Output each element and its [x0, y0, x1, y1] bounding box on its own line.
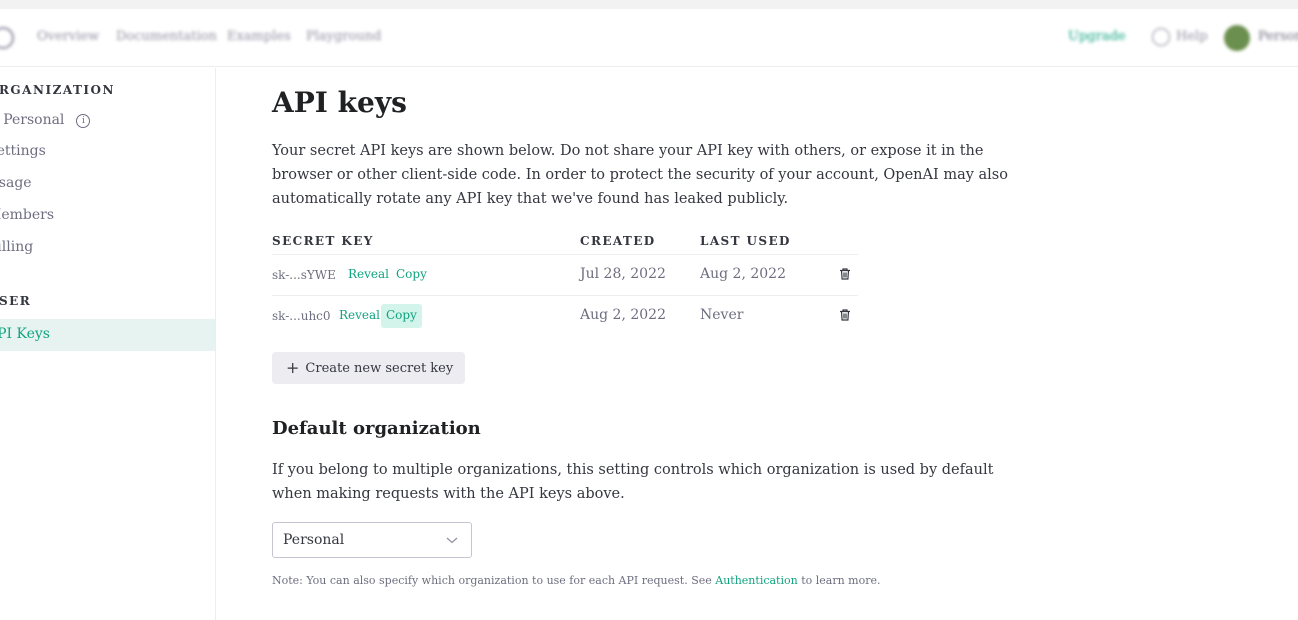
nav-link-overview[interactable]: Overview — [37, 29, 99, 44]
top-navigation: Overview Documentation Examples Playgrou… — [0, 9, 1298, 67]
copy-button[interactable]: Copy — [391, 263, 432, 287]
avatar[interactable] — [1224, 25, 1250, 51]
info-icon[interactable]: i — [76, 114, 91, 128]
plus-icon: + — [286, 358, 300, 377]
chevron-down-icon — [446, 537, 458, 544]
trash-icon[interactable] — [838, 308, 852, 322]
browser-top-strip — [0, 0, 1298, 9]
last-used-date: Aug 2, 2022 — [700, 266, 786, 282]
nav-link-documentation[interactable]: Documentation — [116, 29, 217, 44]
default-organization-select[interactable]: Personal — [272, 522, 472, 558]
sidebar-item-label: API Keys — [0, 326, 50, 342]
column-header-last-used: LAST USED — [700, 234, 791, 248]
create-button-label: Create new secret key — [305, 361, 454, 376]
trash-icon[interactable] — [838, 267, 852, 281]
create-new-secret-key-button[interactable]: + Create new secret key — [272, 352, 466, 384]
secret-key-value: sk-...sYWE — [272, 268, 336, 282]
note-prefix: Note: You can also specify which organiz… — [272, 574, 716, 587]
copy-button[interactable]: Copy — [381, 304, 422, 328]
secret-key-value: sk-...uhc0 — [272, 309, 331, 323]
intro-text: Your secret API keys are shown below. Do… — [272, 143, 1008, 207]
sidebar: ORGANIZATION ⊙ Personali Settings Usage … — [0, 68, 216, 620]
column-header-secret-key: SECRET KEY — [272, 234, 374, 248]
select-value: Personal — [283, 532, 345, 548]
nav-link-playground[interactable]: Playground — [306, 29, 381, 44]
help-icon[interactable] — [1152, 28, 1170, 46]
note-suffix: to learn more. — [797, 574, 881, 587]
sidebar-item-usage[interactable]: Usage — [0, 175, 32, 191]
sidebar-item-members[interactable]: Members — [0, 207, 54, 223]
sidebar-item-billing[interactable]: Billing — [0, 239, 33, 255]
account-name[interactable]: Personal — [1258, 29, 1298, 44]
sidebar-heading-user: USER — [0, 294, 32, 308]
created-date: Jul 28, 2022 — [580, 266, 666, 282]
column-header-created: CREATED — [580, 234, 656, 248]
upgrade-link[interactable]: Upgrade — [1068, 29, 1126, 44]
sidebar-item-settings[interactable]: Settings — [0, 143, 46, 159]
created-date: Aug 2, 2022 — [580, 307, 666, 323]
openai-logo-icon[interactable] — [0, 27, 14, 49]
reveal-button[interactable]: Reveal — [334, 304, 385, 328]
authentication-link[interactable]: Authentication — [715, 574, 797, 587]
page-title: API keys — [272, 86, 407, 119]
nav-link-examples[interactable]: Examples — [227, 29, 291, 44]
sidebar-org-name: Personal — [3, 112, 65, 128]
default-organization-heading: Default organization — [272, 418, 481, 439]
sidebar-heading-organization: ORGANIZATION — [0, 83, 115, 97]
sidebar-org-switcher[interactable]: ⊙ Personali — [0, 112, 91, 128]
sidebar-item-api-keys[interactable]: API Keys — [0, 319, 215, 351]
help-link[interactable]: Help — [1176, 29, 1208, 44]
table-row: sk-...sYWE Reveal Copy Jul 28, 2022 Aug … — [272, 254, 858, 295]
default-organization-description: If you belong to multiple organizations,… — [272, 462, 994, 502]
table-row: sk-...uhc0 Reveal Copy Aug 2, 2022 Never — [272, 295, 858, 336]
last-used-date: Never — [700, 307, 744, 323]
organization-note: Note: You can also specify which organiz… — [272, 574, 880, 587]
reveal-button[interactable]: Reveal — [343, 263, 394, 287]
